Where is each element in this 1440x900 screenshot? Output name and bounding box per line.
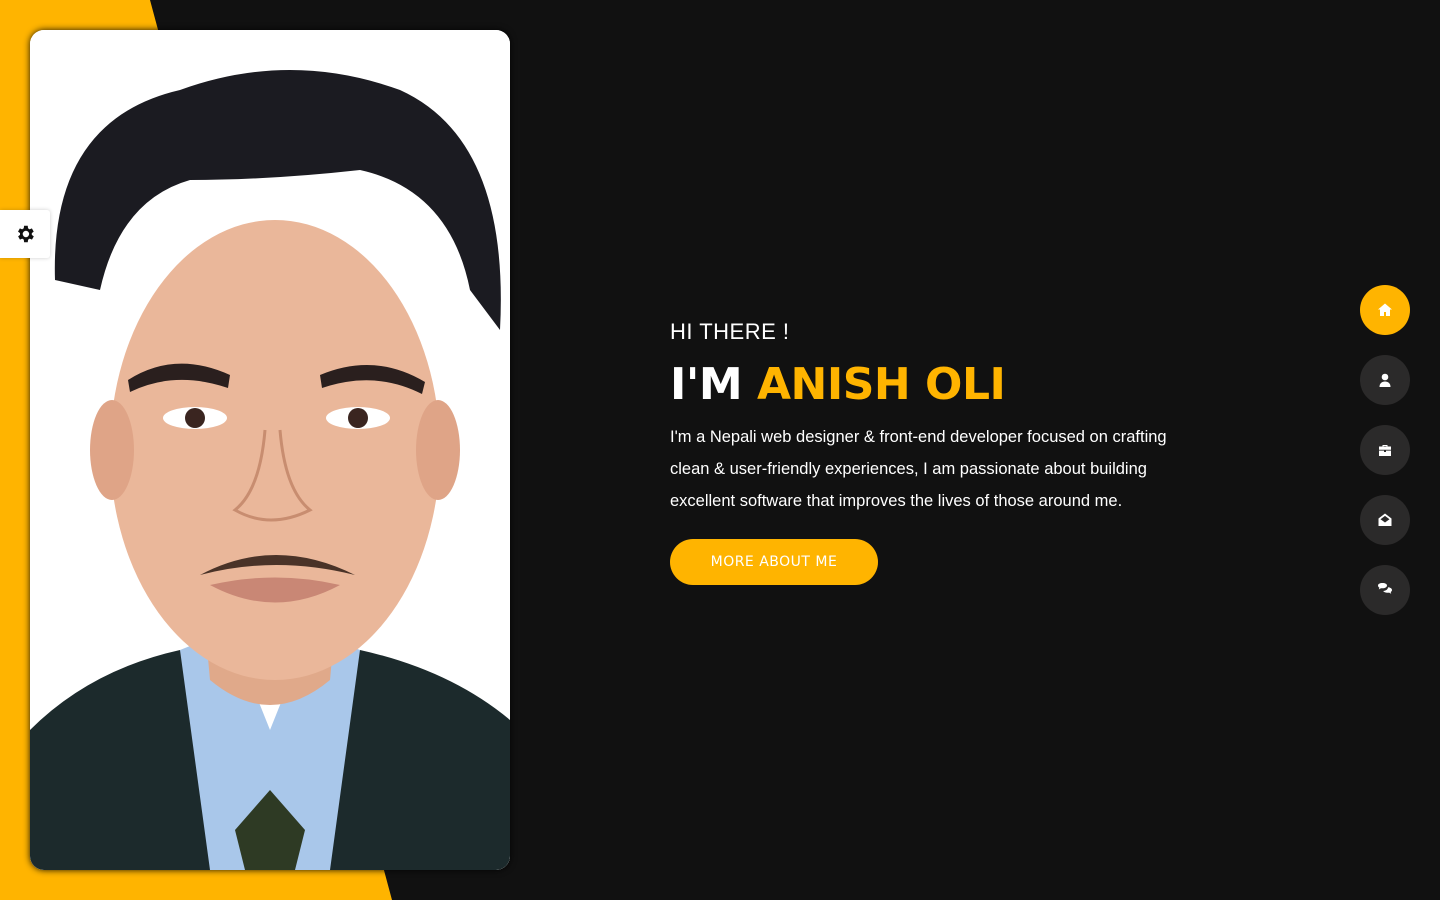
bio-text: I'm a Nepali web designer & front-end de… — [670, 428, 1167, 510]
briefcase-icon — [1379, 445, 1391, 456]
settings-toggle-button[interactable] — [0, 210, 50, 258]
heading-prefix: I'M — [670, 359, 757, 410]
nav-about-button[interactable] — [1360, 355, 1410, 405]
page: HI THERE ! I'M ANISH OLI I'm a Nepali we… — [0, 0, 1440, 900]
profile-photo — [30, 30, 510, 870]
comments-icon — [1378, 583, 1392, 594]
nav-portfolio-button[interactable] — [1360, 425, 1410, 475]
side-navigation — [1360, 285, 1410, 615]
nav-home-button[interactable] — [1360, 285, 1410, 335]
nav-contact-button[interactable] — [1360, 495, 1410, 545]
person-name: ANISH OLI — [756, 359, 1006, 410]
hero-heading: I'M ANISH OLI — [670, 357, 1210, 413]
envelope-open-icon — [1378, 513, 1392, 526]
more-about-me-button[interactable]: MORE ABOUT ME — [670, 539, 878, 585]
hero-section: HI THERE ! I'M ANISH OLI I'm a Nepali we… — [670, 315, 1210, 585]
home-icon — [1378, 303, 1392, 316]
user-icon — [1379, 373, 1391, 387]
nav-blog-button[interactable] — [1360, 565, 1410, 615]
gear-icon — [18, 225, 34, 243]
greeting-text: HI THERE ! — [670, 319, 790, 344]
